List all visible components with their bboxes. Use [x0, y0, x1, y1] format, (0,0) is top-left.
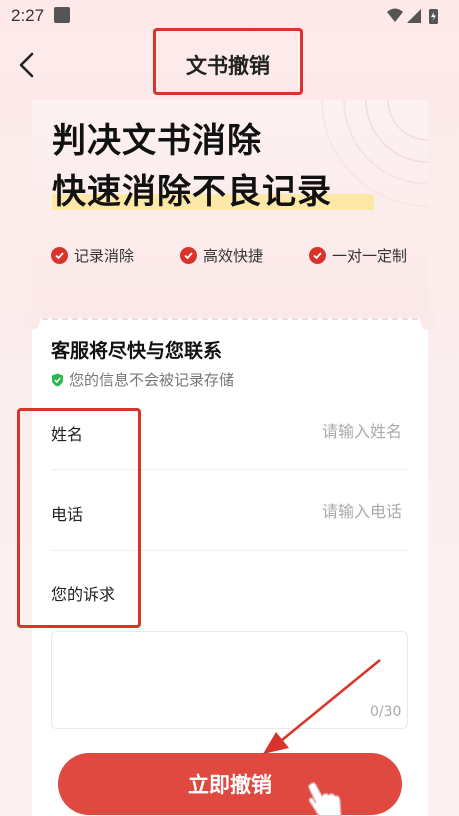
privacy-text: 您的信息不会被记录存储 [69, 371, 235, 389]
feature-label: 记录消除 [74, 246, 135, 265]
request-textarea[interactable] [51, 631, 408, 729]
wifi-icon [387, 8, 403, 22]
feature-item: 一对一定制 [309, 244, 407, 266]
fields-highlight-box [17, 408, 141, 628]
feature-label: 高效快捷 [203, 246, 264, 265]
signal-icon [407, 9, 421, 23]
title-highlight-box [153, 28, 303, 95]
pointing-hand-icon [308, 782, 342, 816]
feature-label: 一对一定制 [332, 246, 408, 265]
hero-title-line1: 判决文书消除 [52, 121, 262, 161]
hero-title-line2: 快速消除不良记录 [52, 172, 332, 212]
status-icons [387, 8, 438, 24]
shield-check-icon [52, 373, 63, 386]
privacy-note: 您的信息不会被记录存储 [51, 369, 234, 390]
form-heading: 客服将尽快与您联系 [51, 340, 223, 362]
check-circle-icon [309, 246, 326, 264]
back-arrow-icon[interactable] [14, 50, 44, 80]
submit-label: 立即撤销 [188, 773, 272, 797]
submit-button[interactable]: 立即撤销 [58, 753, 402, 815]
feature-item: 高效快捷 [180, 244, 263, 266]
notification-icon [54, 7, 70, 23]
name-input[interactable] [190, 416, 402, 446]
char-counter: 0/30 [370, 704, 402, 720]
ticket-notch [420, 308, 436, 330]
status-time: 2:27 [11, 6, 45, 25]
phone-input[interactable] [190, 496, 402, 526]
check-circle-icon [51, 246, 68, 264]
check-circle-icon [180, 246, 197, 264]
feature-item: 记录消除 [51, 244, 134, 266]
ticket-notch [24, 308, 40, 330]
